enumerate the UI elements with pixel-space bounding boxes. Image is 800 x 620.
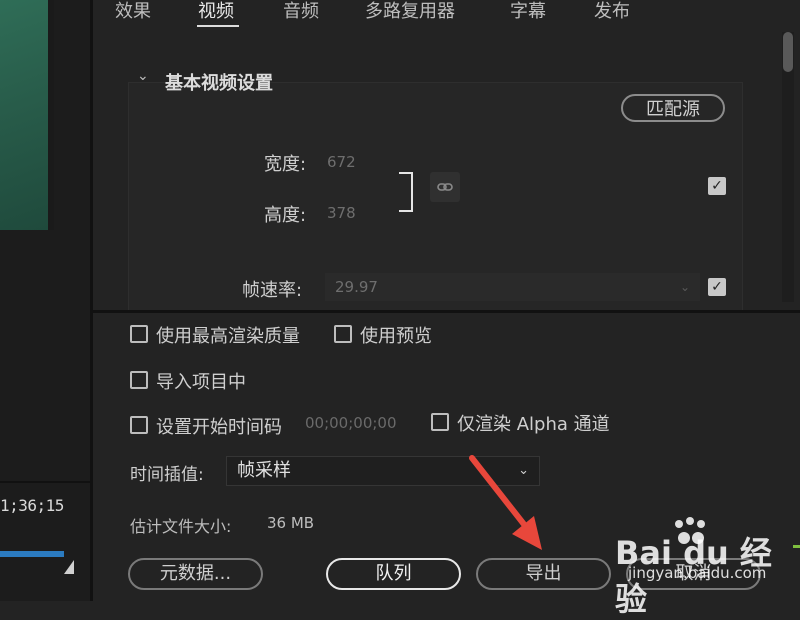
max-render-quality-label[interactable]: 使用最高渲染质量 [156,322,300,348]
section-title[interactable]: 基本视频设置 [165,69,273,95]
interpolation-value: 帧采样 [237,460,291,481]
preview-edge [48,0,54,230]
tab-video[interactable]: 视频 [198,0,234,24]
source-range-bar[interactable] [0,551,64,557]
status-mark [793,545,800,548]
aspect-bracket [399,172,413,212]
chevron-down-icon: ⌄ [679,280,690,294]
export-button[interactable]: 导出 [476,558,611,590]
alpha-only-checkbox[interactable] [431,413,449,431]
start-timecode-checkbox[interactable] [130,416,148,434]
scrollbar-thumb[interactable] [783,32,793,72]
chevron-down-icon[interactable]: ⌄ [137,68,149,84]
width-label: 宽度: [264,154,307,175]
match-source-button[interactable]: 匹配源 [621,94,725,122]
resolution-override-checkbox[interactable]: ✓ [708,177,726,195]
file-size-value: 36 MB [267,514,315,532]
queue-button[interactable]: 队列 [326,558,461,590]
use-previews-label[interactable]: 使用预览 [360,322,432,348]
watermark-url: jingyan.baidu.com [628,564,767,582]
tab-effects[interactable]: 效果 [115,0,151,24]
annotation-arrow-icon [469,455,542,550]
preview-timecode: 1;36;15 [0,496,64,515]
metadata-button[interactable]: 元数据... [128,558,263,590]
start-timecode-label[interactable]: 设置开始时间码 [156,413,282,439]
width-value[interactable]: 672 [327,153,356,171]
frame-rate-select[interactable]: 29.97 ⌄ [325,273,700,301]
use-previews-checkbox[interactable] [334,325,352,343]
frame-rate-value: 29.97 [335,278,378,296]
height-label: 高度: [264,205,307,226]
active-tab-indicator [197,25,239,27]
tab-audio[interactable]: 音频 [283,0,319,24]
tab-captions[interactable]: 字幕 [510,0,546,24]
link-icon[interactable] [430,172,460,202]
alpha-only-label[interactable]: 仅渲染 Alpha 通道 [457,410,610,436]
tab-publish[interactable]: 发布 [594,0,630,24]
frame-rate-label: 帧速率: [242,280,303,301]
import-project-label[interactable]: 导入项目中 [156,368,246,394]
scrollbar-track[interactable] [782,32,794,302]
preview-divider [0,481,90,483]
interpolation-label: 时间插值: [130,465,204,485]
panel-separator [93,310,800,313]
tab-multiplexer[interactable]: 多路复用器 [365,0,455,24]
max-render-quality-checkbox[interactable] [130,325,148,343]
file-size-label: 估计文件大小: [130,517,232,536]
video-preview-frame [0,0,48,230]
start-timecode-value: 00;00;00;00 [305,414,397,432]
height-value[interactable]: 378 [327,204,356,222]
import-project-checkbox[interactable] [130,371,148,389]
range-end-handle[interactable] [64,560,74,574]
frame-rate-override-checkbox[interactable]: ✓ [708,278,726,296]
program-monitor: 1;36;15 [0,0,90,601]
